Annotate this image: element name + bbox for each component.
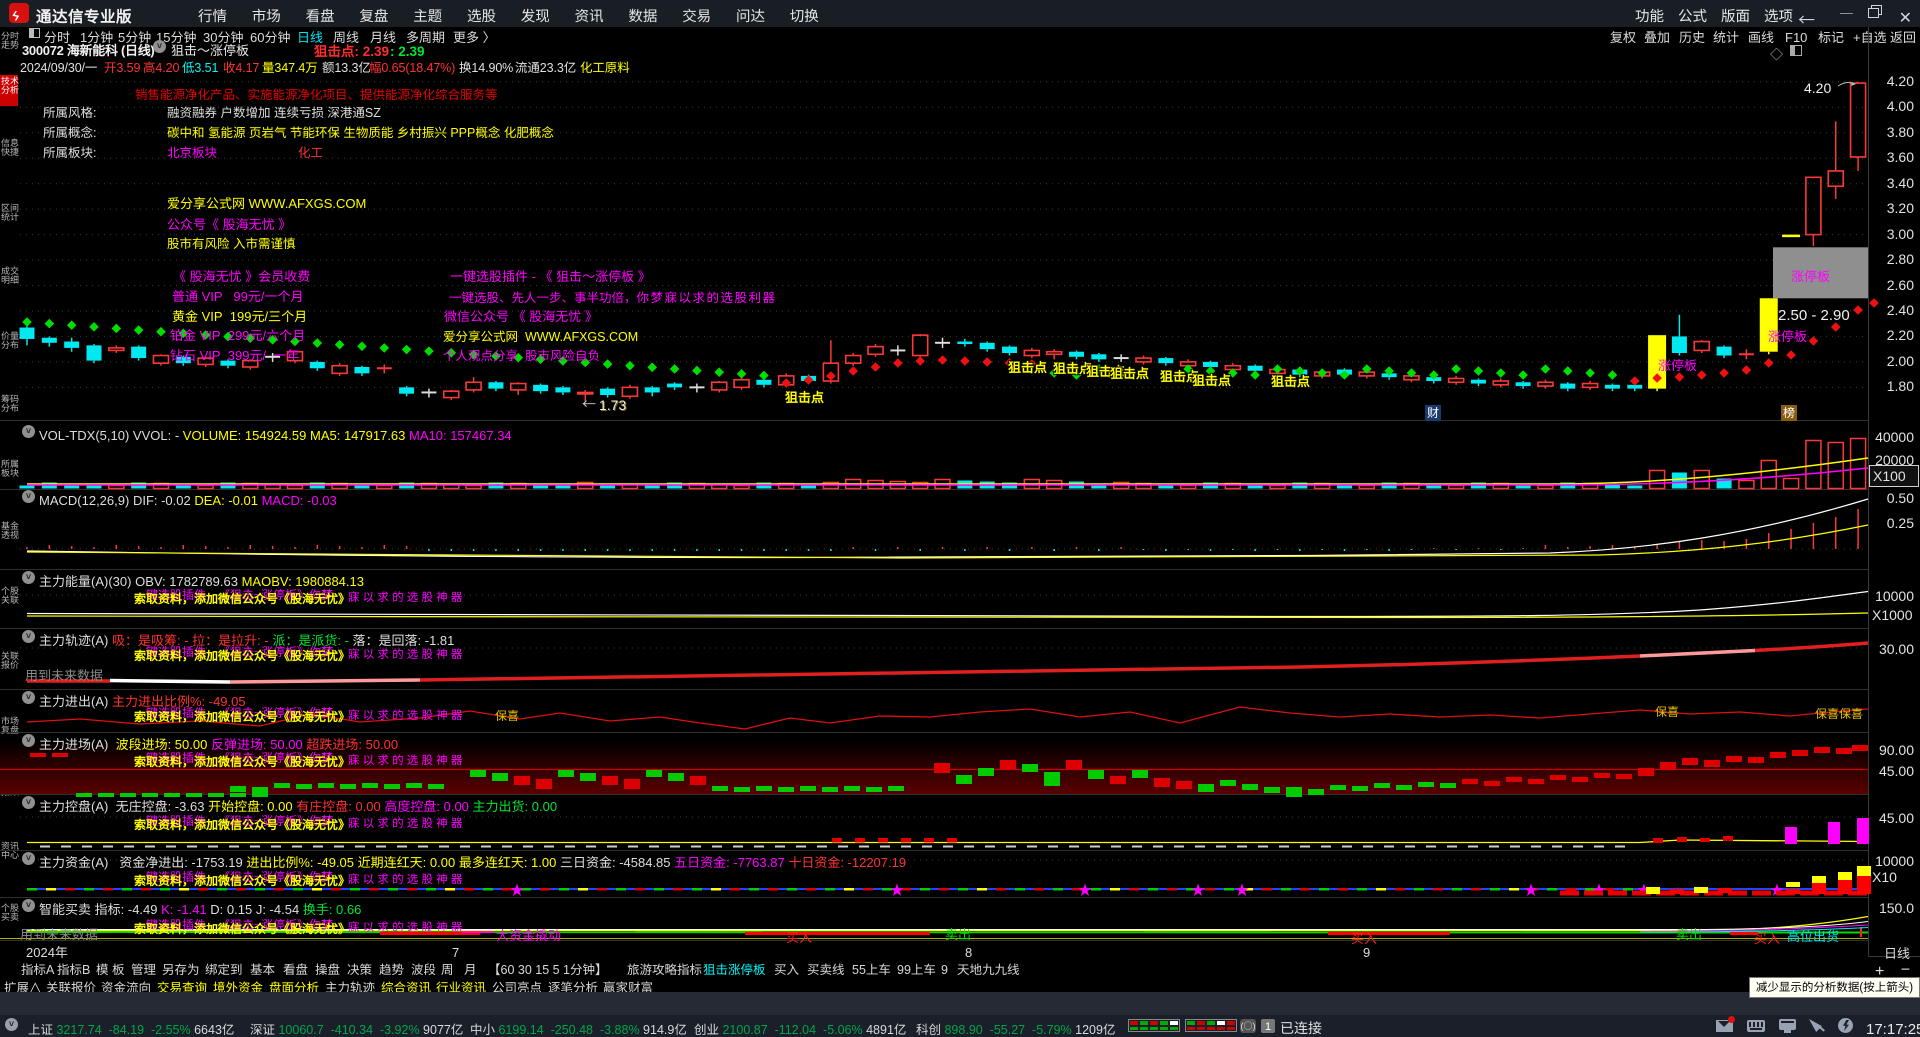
svg-text:★: ★ [890,880,904,900]
svg-text:★: ★ [1592,880,1606,900]
svg-text:★: ★ [1235,880,1249,900]
svg-text:★: ★ [510,880,524,900]
svg-text:★: ★ [1191,880,1205,900]
svg-text:★: ★ [1770,880,1784,900]
svg-text:★: ★ [1078,880,1092,900]
svg-text:★: ★ [1524,880,1538,900]
